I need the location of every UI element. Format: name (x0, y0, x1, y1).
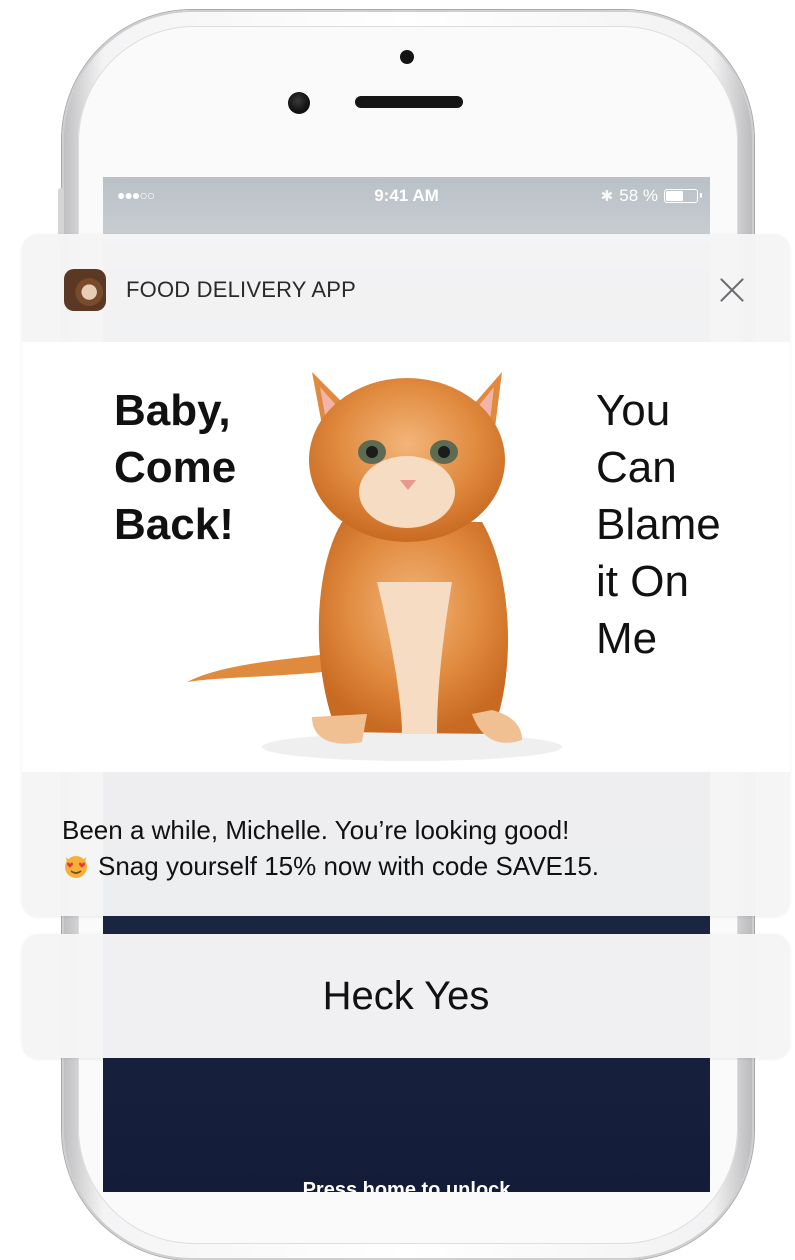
message-line-2-row: Snag yourself 15% now with code SAVE15. (62, 848, 782, 884)
headline-right: You Can Blame it On Me (596, 382, 776, 667)
notification-message: Been a while, Michelle. You’re looking g… (62, 812, 782, 884)
proximity-sensor (400, 50, 414, 64)
app-icon (64, 269, 106, 311)
headline-right-line: Blame (596, 500, 721, 549)
headline-right-line: Me (596, 614, 658, 663)
notification-header: FOOD DELIVERY APP (22, 234, 790, 342)
message-line-1: Been a while, Michelle. You’re looking g… (62, 815, 570, 845)
front-camera (288, 92, 310, 114)
headline-right-line: Can (596, 443, 677, 492)
battery-fill (666, 191, 683, 201)
headline-right-line: it On (596, 557, 689, 606)
kitten-image (187, 372, 562, 761)
heck-yes-button[interactable]: Heck Yes (22, 934, 790, 1058)
close-icon[interactable] (712, 270, 752, 310)
status-right: ✱ 58 % (600, 186, 702, 206)
status-bar: ●●●○○ 9:41 AM ✱ 58 % (103, 177, 710, 217)
battery-percent: 58 % (619, 186, 658, 205)
message-line-2: Snag yourself 15% now with code SAVE15. (98, 851, 600, 881)
notification-media: Baby, Come Back! You Can Blame it On Me (22, 342, 790, 772)
smiling-cat-heart-eyes-icon (65, 856, 87, 878)
earpiece-speaker (355, 96, 463, 108)
battery-icon (664, 189, 702, 203)
unlock-hint: Press home to unlock (302, 1179, 511, 1192)
headline-right-line: You (596, 386, 671, 435)
action-label: Heck Yes (322, 974, 490, 1018)
notification-card[interactable]: FOOD DELIVERY APP Baby, Come Back! You C… (22, 234, 790, 916)
bluetooth-icon: ✱ (600, 188, 614, 205)
app-name: FOOD DELIVERY APP (126, 277, 357, 302)
